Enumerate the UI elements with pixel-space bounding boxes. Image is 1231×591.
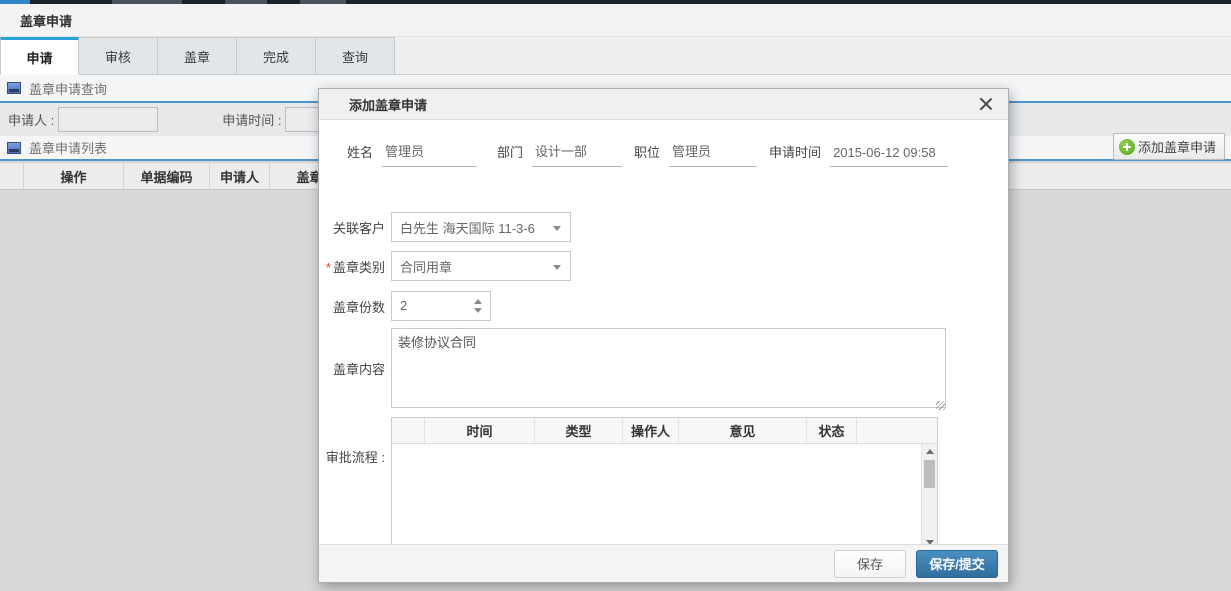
- related-customer-row: 关联客户 白先生 海天国际 11-3-6: [325, 212, 571, 242]
- approval-col-operator: 操作人: [623, 418, 679, 443]
- applicant-input[interactable]: [58, 107, 158, 132]
- seal-type-select[interactable]: 合同用章: [391, 251, 571, 281]
- add-seal-application-dialog: 添加盖章申请 姓名 管理员 部门 设计一部 职位 管理员 申请时间 2015-0…: [318, 88, 1009, 583]
- department-value: 设计一部: [532, 141, 622, 167]
- approval-col-opinion: 意见: [679, 418, 807, 443]
- tab-bar: 申请 审核 盖章 完成 查询: [0, 37, 1231, 75]
- approval-table-header: 时间 类型 操作人 意见 状态: [392, 418, 937, 444]
- name-value: 管理员: [382, 141, 477, 167]
- position-field: 职位 管理员: [634, 141, 757, 167]
- seal-type-label: *盖章类别: [325, 257, 385, 276]
- approval-table-body: [392, 444, 937, 550]
- window-icon: [7, 142, 21, 154]
- list-section-title: 盖章申请列表: [29, 138, 107, 157]
- approval-col-end: [857, 418, 937, 443]
- tab-seal[interactable]: 盖章: [158, 37, 237, 75]
- required-mark: *: [326, 260, 331, 275]
- seal-type-value: 合同用章: [400, 257, 452, 276]
- dialog-title: 添加盖章申请: [349, 95, 427, 114]
- seal-content-row: 盖章内容: [325, 328, 946, 411]
- seal-copies-row: 盖章份数 2: [325, 291, 491, 321]
- page-title: 盖章申请: [20, 11, 72, 30]
- seal-copies-stepper[interactable]: 2: [391, 291, 491, 321]
- seal-content-textarea[interactable]: [391, 328, 946, 408]
- column-header-blank: [0, 163, 24, 189]
- vertical-scrollbar[interactable]: [921, 444, 937, 550]
- tab-query[interactable]: 查询: [316, 37, 395, 75]
- chevron-down-icon: [553, 226, 561, 231]
- scroll-up-icon[interactable]: [926, 449, 934, 454]
- save-submit-button[interactable]: 保存/提交: [916, 550, 998, 578]
- column-header-doc-code[interactable]: 单据编码: [124, 163, 210, 189]
- seal-copies-label: 盖章份数: [325, 297, 385, 316]
- spinner-down-icon[interactable]: [474, 308, 482, 313]
- tab-apply[interactable]: 申请: [0, 37, 79, 75]
- window-icon: [7, 82, 21, 94]
- save-button[interactable]: 保存: [834, 550, 906, 578]
- add-seal-application-button[interactable]: 添加盖章申请: [1113, 133, 1225, 160]
- resize-handle[interactable]: [936, 401, 945, 410]
- name-field: 姓名 管理员: [347, 141, 477, 167]
- apply-time-label: 申请时间 :: [222, 110, 281, 129]
- seal-copies-value: 2: [400, 298, 407, 313]
- applicant-label: 申请人 :: [8, 110, 54, 129]
- approval-col-type: 类型: [535, 418, 623, 443]
- dialog-body: 姓名 管理员 部门 设计一部 职位 管理员 申请时间 2015-06-12 09…: [319, 120, 1008, 544]
- app-header: 盖章申请: [0, 4, 1231, 37]
- department-field: 部门 设计一部: [497, 141, 622, 167]
- tab-complete[interactable]: 完成: [237, 37, 316, 75]
- column-header-applicant[interactable]: 申请人: [210, 163, 270, 189]
- seal-content-label: 盖章内容: [325, 328, 385, 408]
- tab-review[interactable]: 审核: [79, 37, 158, 75]
- plus-icon: [1119, 139, 1135, 155]
- apply-time-value: 2015-06-12 09:58: [830, 145, 948, 167]
- related-customer-label: 关联客户: [325, 218, 385, 237]
- position-value: 管理员: [669, 141, 757, 167]
- approval-col-blank: [392, 418, 425, 443]
- spinner-up-icon[interactable]: [474, 299, 482, 304]
- dialog-header: 添加盖章申请: [319, 89, 1008, 120]
- approval-col-time: 时间: [425, 418, 535, 443]
- dialog-footer: 保存 保存/提交: [319, 544, 1008, 582]
- applicant-info-row: 姓名 管理员 部门 设计一部 职位 管理员 申请时间 2015-06-12 09…: [347, 141, 948, 167]
- query-section-title: 盖章申请查询: [29, 79, 107, 98]
- related-customer-select[interactable]: 白先生 海天国际 11-3-6: [391, 212, 571, 242]
- related-customer-value: 白先生 海天国际 11-3-6: [400, 218, 535, 237]
- vertical-scroll-thumb[interactable]: [924, 460, 935, 488]
- add-button-label: 添加盖章申请: [1138, 137, 1216, 156]
- seal-type-row: *盖章类别 合同用章: [325, 251, 571, 281]
- chevron-down-icon: [553, 265, 561, 270]
- close-icon[interactable]: [978, 96, 994, 112]
- apply-time-field: 申请时间 2015-06-12 09:58: [769, 142, 948, 167]
- column-header-operation[interactable]: 操作: [24, 163, 124, 189]
- approval-col-status: 状态: [807, 418, 857, 443]
